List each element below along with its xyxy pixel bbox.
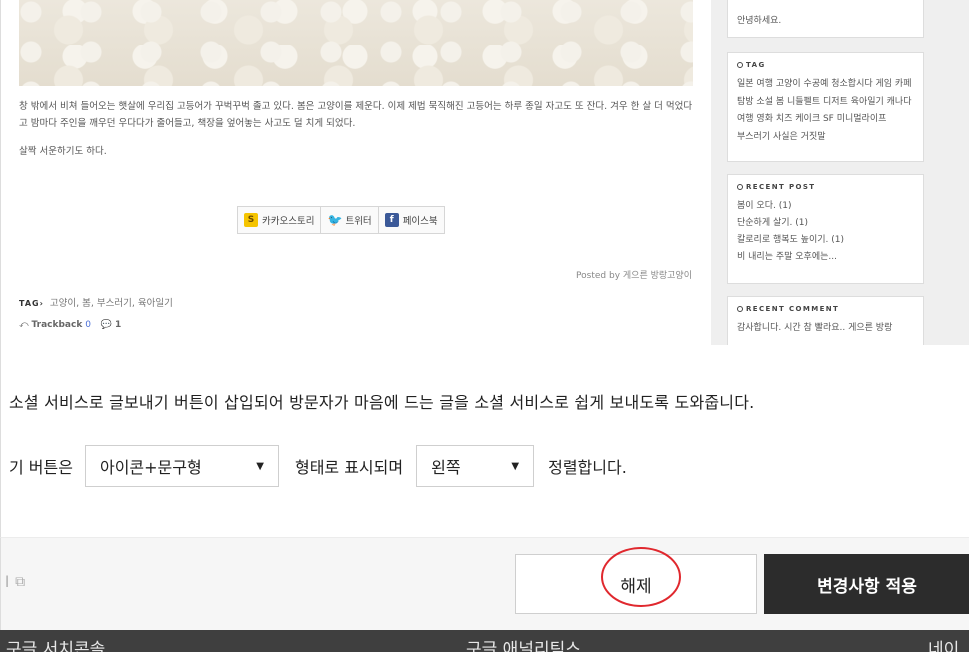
share-facebook-button[interactable]: f 페이스북 xyxy=(379,207,444,233)
blog-sidebar: 안녕하세요. TAG 일본 여행 고양이 수공예 청소합시다 게임 카페 탐방 … xyxy=(711,0,969,345)
row-prefix: 기 버튼은 xyxy=(9,458,73,477)
apply-changes-button[interactable]: 변경사항 적용 xyxy=(764,554,969,614)
circle-icon xyxy=(737,306,743,312)
external-link-icon: ⧉ xyxy=(15,574,26,590)
share-facebook-label: 페이스북 xyxy=(402,216,438,227)
caret-down-icon: ▼ xyxy=(511,460,520,472)
menu-item-naver[interactable]: 네이 xyxy=(928,635,959,652)
settings-description: 소셜 서비스로 글보내기 버튼이 삽입되어 방문자가 마음에 드는 글을 소셜 … xyxy=(9,393,755,412)
row-suffix: 정렬합니다. xyxy=(548,458,627,477)
tag-widget-title: TAG xyxy=(737,59,914,71)
comment-icon: 💬 xyxy=(100,320,113,330)
recent-post-widget: RECENT POST 봄이 오다. (1) 단순하게 살기. (1) 칼로리로… xyxy=(727,174,924,284)
kakaostory-icon: S xyxy=(244,213,258,227)
preview-link[interactable]: l ⧉ xyxy=(5,573,25,591)
blog-preview: 창 밖에서 비쳐 들어오는 햇살에 우리집 고등어가 꾸벅꾸벅 졸고 있다. 봄… xyxy=(0,0,969,345)
post-tags: TAG› 고양이, 봄, 부스러기, 육아일기 xyxy=(19,295,173,309)
trackback-bar: ⤺ Trackback 0 💬 1 xyxy=(19,320,121,330)
share-buttons: S 카카오스토리 🐦 트위터 f 페이스북 xyxy=(237,206,445,234)
action-footer: l ⧉ 해제 변경사항 적용 xyxy=(0,537,969,630)
menu-item-search-console[interactable]: 구글 서치콘솔 xyxy=(6,635,105,652)
share-kakao-button[interactable]: S 카카오스토리 xyxy=(238,207,322,233)
bottom-menu-strip: 구글 서치콘솔 구글 애널리틱스 네이 xyxy=(0,630,969,652)
share-settings-panel: 소셜 서비스로 글보내기 버튼이 삽입되어 방문자가 마음에 드는 글을 소셜 … xyxy=(0,345,969,537)
share-kakao-label: 카카오스토리 xyxy=(262,216,315,227)
recent-post-item[interactable]: 비 내리는 주말 오후에는... xyxy=(737,249,914,266)
release-button[interactable]: 해제 xyxy=(515,554,757,614)
alignment-select[interactable]: 왼쪽 ▼ xyxy=(416,445,535,487)
button-options-row: 기 버튼은 아이콘+문구형 ▼ 형태로 표시되며 왼쪽 ▼ 정렬합니다. xyxy=(9,445,627,487)
recent-comment-item[interactable]: 감사합니다. 시간 참 빨라요.. 게으른 방랑 xyxy=(737,320,914,337)
post-paragraph: 창 밖에서 비쳐 들어오는 햇살에 우리집 고등어가 꾸벅꾸벅 졸고 있다. 봄… xyxy=(19,101,693,129)
recent-comment-widget: RECENT COMMENT 감사합니다. 시간 참 빨라요.. 게으른 방랑 xyxy=(727,296,924,345)
button-style-value: 아이콘+문구형 xyxy=(99,458,202,477)
recent-post-item[interactable]: 칼로리로 행복도 높이기. (1) xyxy=(737,232,914,249)
preview-label: l xyxy=(5,573,10,591)
share-twitter-button[interactable]: 🐦 트위터 xyxy=(321,207,379,233)
menu-item-analytics[interactable]: 구글 애널리틱스 xyxy=(466,635,581,652)
recent-post-item[interactable]: 단순하게 살기. (1) xyxy=(737,215,914,232)
caret-down-icon: ▼ xyxy=(256,460,264,472)
twitter-icon: 🐦 xyxy=(327,213,343,227)
recent-comment-title: RECENT COMMENT xyxy=(737,303,914,315)
circle-icon xyxy=(737,184,743,190)
greeting-widget: 안녕하세요. xyxy=(727,0,924,38)
post-body: 창 밖에서 비쳐 들어오는 햇살에 우리집 고등어가 꾸벅꾸벅 졸고 있다. 봄… xyxy=(19,98,694,171)
post-column: 창 밖에서 비쳐 들어오는 햇살에 우리집 고등어가 꾸벅꾸벅 졸고 있다. 봄… xyxy=(3,0,708,345)
recent-post-item[interactable]: 봄이 오다. (1) xyxy=(737,198,914,215)
share-twitter-label: 트위터 xyxy=(345,216,372,227)
trackback-link[interactable]: ⤺ Trackback 0 xyxy=(19,320,91,330)
tag-widget: TAG 일본 여행 고양이 수공예 청소합시다 게임 카페 탐방 소설 봄 니들… xyxy=(727,52,924,162)
post-image xyxy=(19,0,693,86)
row-middle: 형태로 표시되며 xyxy=(294,458,404,477)
button-style-select[interactable]: 아이콘+문구형 ▼ xyxy=(84,445,279,487)
post-paragraph: 살짝 서운하기도 하다. xyxy=(19,146,107,157)
tag-label: TAG› xyxy=(19,299,44,308)
alignment-value: 왼쪽 xyxy=(431,458,461,477)
greeting-text: 안녕하세요. xyxy=(737,16,782,26)
comment-link[interactable]: 💬 1 xyxy=(101,320,121,330)
comment-count: 1 xyxy=(115,320,122,330)
recent-post-title: RECENT POST xyxy=(737,181,914,193)
circle-icon xyxy=(737,62,743,68)
tag-cloud[interactable]: 일본 여행 고양이 수공예 청소합시다 게임 카페 탐방 소설 봄 니들펠트 디… xyxy=(737,76,914,146)
tag-list[interactable]: 고양이, 봄, 부스러기, 육아일기 xyxy=(50,298,173,309)
posted-by: Posted by 게으른 방랑고양이 xyxy=(576,271,692,281)
trackback-count: 0 xyxy=(85,320,91,330)
facebook-icon: f xyxy=(384,213,399,227)
